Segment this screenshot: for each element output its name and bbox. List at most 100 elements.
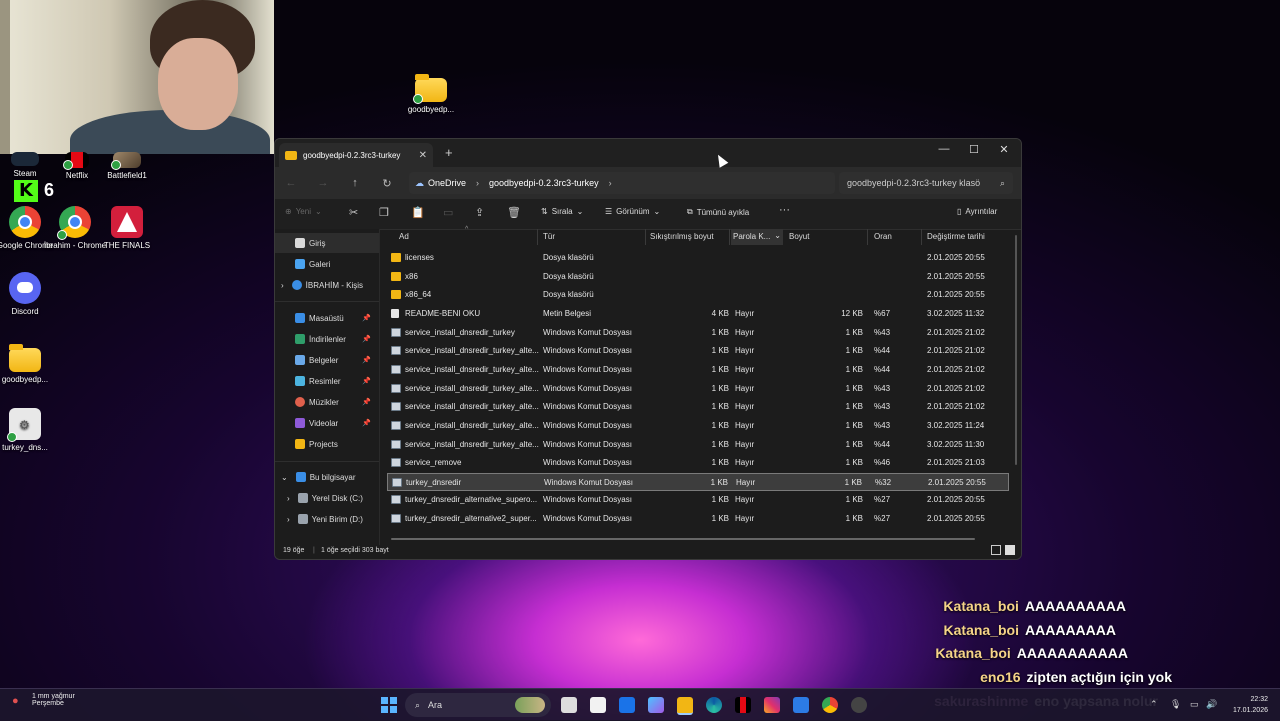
- desktop-icon-discord[interactable]: Discord: [0, 272, 60, 317]
- file-row[interactable]: service_install_dnsredir_turkey_alte... W…: [387, 417, 1009, 435]
- vertical-scrollbar[interactable]: [1015, 235, 1017, 465]
- file-row[interactable]: service_install_dnsredir_turkey_alte... W…: [387, 342, 1009, 360]
- copilot-icon[interactable]: [648, 697, 664, 713]
- edge-icon[interactable]: [706, 697, 722, 713]
- delete-icon[interactable]: 🗑: [507, 206, 521, 219]
- file-explorer-icon[interactable]: [677, 697, 693, 715]
- new-button[interactable]: ⊕ Yeni ⌄: [285, 207, 322, 216]
- column-header-modified[interactable]: Değiştirme tarihi: [927, 232, 985, 241]
- sidebar-item-this-pc[interactable]: ⌄ Bu bilgisayar: [275, 467, 379, 487]
- file-row[interactable]: service_install_dnsredir_turkey_alte... W…: [387, 361, 1009, 379]
- sidebar-item-documents[interactable]: Belgeler 📌: [275, 350, 379, 370]
- sidebar-item-onedrive[interactable]: › İBRAHİM - Kişis: [275, 275, 379, 295]
- desktop-icon-turkey-dns[interactable]: ⚙ turkey_dns...: [0, 408, 60, 453]
- column-header-ratio[interactable]: Oran: [874, 232, 892, 241]
- clock[interactable]: 22:32 17.01.2026: [1233, 694, 1268, 716]
- column-divider[interactable]: [729, 229, 730, 245]
- file-size: 1 KB: [845, 439, 863, 449]
- file-row[interactable]: service_remove Windows Komut Dosyası 1 KB H…: [387, 454, 1009, 472]
- task-view-icon[interactable]: [561, 697, 577, 713]
- kick-icon[interactable]: K: [14, 180, 38, 202]
- rename-icon[interactable]: ▭: [443, 206, 453, 219]
- file-row[interactable]: turkey_dnsredir_alternative_supero... Win…: [387, 491, 1009, 509]
- chevron-right-icon[interactable]: ›: [609, 178, 612, 188]
- file-row[interactable]: service_install_dnsredir_turkey_alte... W…: [387, 436, 1009, 454]
- close-window-button[interactable]: ✕: [989, 143, 1019, 156]
- more-options-button[interactable]: ···: [779, 204, 790, 216]
- file-row[interactable]: service_install_dnsredir_turkey_alte... W…: [387, 398, 1009, 416]
- desktop-icon-the-finals[interactable]: THE FINALS: [92, 206, 162, 251]
- minimize-button[interactable]: —: [929, 143, 959, 155]
- file-row[interactable]: README-BENI OKU Metin Belgesi 4 KB Hayır 12 …: [387, 305, 1009, 323]
- volume-icon[interactable]: 🔊: [1206, 699, 1217, 710]
- sidebar-item-projects[interactable]: Projects: [275, 434, 379, 454]
- column-header-compressed[interactable]: Sıkıştırılmış boyut: [650, 232, 714, 241]
- file-row[interactable]: turkey_dnsredir Windows Komut Dosyası 1 KB…: [387, 472, 1009, 491]
- up-arrow-icon[interactable]: ↑: [339, 177, 371, 189]
- sidebar-item-music[interactable]: Müzikler 📌: [275, 392, 379, 412]
- sidebar-item-videos[interactable]: Videolar 📌: [275, 413, 379, 433]
- microphone-icon[interactable]: 🎙: [1170, 699, 1181, 710]
- sort-button[interactable]: ⇅ Sırala ⌄: [541, 207, 583, 216]
- share-icon[interactable]: ⇪: [475, 206, 484, 219]
- instagram-icon[interactable]: [764, 697, 780, 713]
- file-row[interactable]: licenses Dosya klasörü 2.01.2025 20:55: [387, 249, 1009, 267]
- view-button[interactable]: ☰ Görünüm ⌄: [605, 207, 660, 216]
- sidebar-item-home[interactable]: Giriş: [275, 233, 379, 253]
- store-icon[interactable]: [590, 697, 606, 713]
- desktop-icon-battlefield1[interactable]: Battlefield1: [92, 152, 162, 181]
- forward-arrow-icon[interactable]: →: [307, 177, 339, 189]
- details-view-icon[interactable]: [991, 545, 1001, 555]
- column-divider[interactable]: [921, 229, 922, 245]
- sidebar-item-downloads[interactable]: İndirilenler 📌: [275, 329, 379, 349]
- maximize-button[interactable]: ☐: [959, 143, 989, 156]
- search-input[interactable]: goodbyedpi-0.2.3rc3-turkey klasö ⌕: [839, 172, 1013, 194]
- chevron-up-icon[interactable]: ⌃: [1150, 699, 1158, 710]
- obs-icon[interactable]: [851, 697, 867, 713]
- refresh-icon[interactable]: ↻: [371, 177, 403, 190]
- horizontal-scrollbar[interactable]: [391, 538, 975, 540]
- sidebar-item-drive-c[interactable]: › Yerel Disk (C:): [275, 488, 379, 508]
- breadcrumb-folder[interactable]: goodbyedpi-0.2.3rc3-turkey: [489, 178, 599, 188]
- desktop-icon-goodbyedpi-folder[interactable]: goodbyedp...: [0, 344, 60, 385]
- file-row[interactable]: x86 Dosya klasörü 2.01.2025 20:55: [387, 268, 1009, 286]
- column-header-password[interactable]: Parola K... ⌄: [731, 229, 783, 245]
- file-row[interactable]: turkey_dnsredir_alternative2_super... Win…: [387, 510, 1009, 528]
- file-row[interactable]: service_install_dnsredir_turkey_alte... W…: [387, 380, 1009, 398]
- cut-icon[interactable]: ✂: [349, 206, 358, 219]
- breadcrumb[interactable]: ☁ OneDrive › goodbyedpi-0.2.3rc3-turkey …: [409, 172, 835, 194]
- taskbar-search[interactable]: ⌕ Ara: [405, 693, 551, 717]
- breadcrumb-onedrive[interactable]: OneDrive: [428, 178, 466, 188]
- back-arrow-icon[interactable]: ←: [275, 177, 307, 189]
- netflix-icon[interactable]: [735, 697, 751, 713]
- close-tab-icon[interactable]: ✕: [419, 150, 427, 161]
- copy-icon[interactable]: ❐: [379, 206, 389, 219]
- paste-icon[interactable]: 📋: [411, 206, 425, 219]
- column-header-size[interactable]: Boyut: [789, 232, 809, 241]
- new-tab-button[interactable]: +: [445, 145, 453, 160]
- sidebar-item-pictures[interactable]: Resimler 📌: [275, 371, 379, 391]
- file-size: 1 KB: [845, 514, 863, 524]
- chrome-icon[interactable]: [822, 697, 838, 713]
- column-divider[interactable]: [867, 229, 868, 245]
- file-ratio: %32: [875, 477, 892, 487]
- column-header-type[interactable]: Tür: [543, 232, 555, 241]
- network-icon[interactable]: ▭: [1190, 699, 1199, 710]
- sidebar-item-gallery[interactable]: Galeri: [275, 254, 379, 274]
- tab-goodbyedpi[interactable]: goodbyedpi-0.2.3rc3-turkey ✕: [279, 143, 433, 167]
- column-header-name[interactable]: Ad: [399, 232, 409, 241]
- outlook-icon[interactable]: [619, 697, 635, 713]
- desktop-icon-goodbyedpi-top[interactable]: goodbyedp...: [396, 74, 466, 115]
- details-button[interactable]: ▯ Ayrıntılar: [957, 207, 997, 216]
- column-divider[interactable]: [645, 229, 646, 245]
- start-button[interactable]: [381, 697, 397, 713]
- sidebar-item-drive-d[interactable]: › Yeni Birim (D:): [275, 509, 379, 529]
- column-divider[interactable]: [537, 229, 538, 245]
- select-none-button[interactable]: ⧉ Tümünü ayıkla: [687, 207, 749, 217]
- file-row[interactable]: x86_64 Dosya klasörü 2.01.2025 20:55: [387, 286, 1009, 304]
- calendar-icon[interactable]: [793, 697, 809, 713]
- sidebar-item-desktop[interactable]: Masaüstü 📌: [275, 308, 379, 328]
- tiles-view-icon[interactable]: [1005, 545, 1015, 555]
- file-row[interactable]: service_install_dnsredir_turkey Windows K…: [387, 324, 1009, 342]
- weather-widget[interactable]: ● 1 mm yağmur Perşembe: [12, 693, 75, 707]
